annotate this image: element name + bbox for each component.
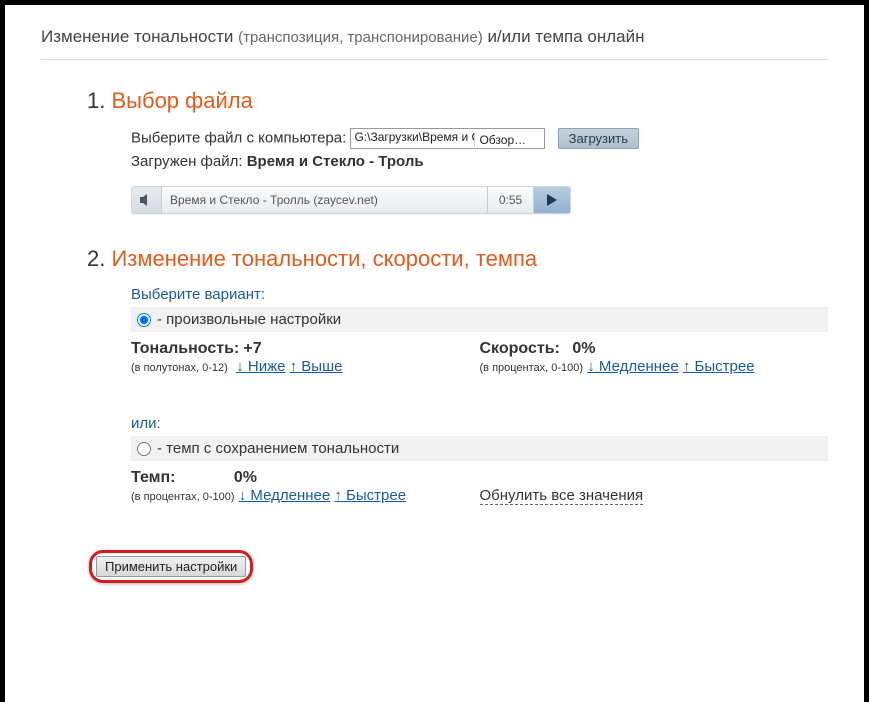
- uploaded-label: Загружен файл:: [131, 153, 243, 170]
- file-path-text: G:\Загрузки\Время и С: [354, 130, 474, 144]
- apply-highlight: Применить настройки: [89, 550, 253, 583]
- step1-title: Выбор файла: [111, 88, 252, 113]
- browse-button[interactable]: Обзор…: [474, 133, 534, 147]
- option-custom-label: - произвольные настройки: [157, 311, 341, 328]
- apply-button[interactable]: Применить настройки: [96, 556, 246, 577]
- step1-num: 1.: [87, 88, 105, 113]
- uploaded-file-row: Загружен файл: Время и Стекло - Троль: [131, 153, 828, 170]
- or-label: или:: [131, 415, 828, 432]
- volume-icon[interactable]: [132, 187, 162, 213]
- speed-value: 0%: [572, 340, 595, 357]
- file-input[interactable]: G:\Загрузки\Время и СОбзор…: [350, 128, 545, 149]
- speed-label: Скорость:: [480, 340, 560, 357]
- tempo-note: (в процентах, 0-100): [131, 491, 235, 503]
- player-track-title[interactable]: Время и Стекло - Тролль (zaycev.net): [162, 187, 488, 213]
- choose-file-row: Выберите файл с компьютера: G:\Загрузки\…: [131, 128, 828, 149]
- tone-value: +7: [243, 340, 261, 357]
- reset-link[interactable]: Обнулить все значения: [480, 487, 644, 505]
- option-tempo-keep-radio[interactable]: [137, 442, 151, 456]
- title-main: Изменение тональности: [41, 27, 233, 46]
- choose-variant-label: Выберите вариант:: [131, 286, 828, 303]
- tempo-down-link[interactable]: ↓ Медленнее: [239, 487, 330, 504]
- tone-note: (в полутонах, 0-12): [131, 362, 228, 374]
- option-tempo-keep-row[interactable]: - темп с сохранением тональности: [131, 436, 828, 461]
- title-tail: и/или темпа онлайн: [487, 27, 644, 46]
- step2-title: Изменение тональности, скорости, темпа: [111, 246, 537, 271]
- tone-down-link[interactable]: ↓ Ниже: [236, 358, 285, 375]
- uploaded-filename: Время и Стекло - Троль: [247, 153, 424, 170]
- speed-note: (в процентах, 0-100): [480, 362, 584, 374]
- tone-label: Тональность:: [131, 340, 239, 357]
- upload-button[interactable]: Загрузить: [558, 128, 639, 149]
- audio-player: Время и Стекло - Тролль (zaycev.net) 0:5…: [131, 186, 571, 214]
- option-tempo-keep-label: - темп с сохранением тональности: [157, 440, 399, 457]
- choose-file-label: Выберите файл с компьютера:: [131, 129, 346, 146]
- step2-num: 2.: [87, 246, 105, 271]
- page-title: Изменение тональности (транспозиция, тра…: [41, 17, 828, 60]
- tempo-up-link[interactable]: ↑ Быстрее: [334, 487, 406, 504]
- speed-down-link[interactable]: ↓ Медленнее: [587, 358, 678, 375]
- play-button[interactable]: [534, 187, 570, 213]
- tempo-label: Темп:: [131, 469, 176, 486]
- step2-heading: 2. Изменение тональности, скорости, темп…: [87, 246, 828, 272]
- title-sub: (транспозиция, транспонирование): [238, 29, 483, 46]
- player-time: 0:55: [488, 187, 534, 213]
- tone-up-link[interactable]: ↑ Выше: [290, 358, 343, 375]
- option-custom-radio[interactable]: [137, 313, 151, 327]
- speed-up-link[interactable]: ↑ Быстрее: [683, 358, 755, 375]
- option-custom-row[interactable]: - произвольные настройки: [131, 307, 828, 332]
- step1-heading: 1. Выбор файла: [87, 88, 828, 114]
- tempo-value: 0%: [234, 469, 257, 486]
